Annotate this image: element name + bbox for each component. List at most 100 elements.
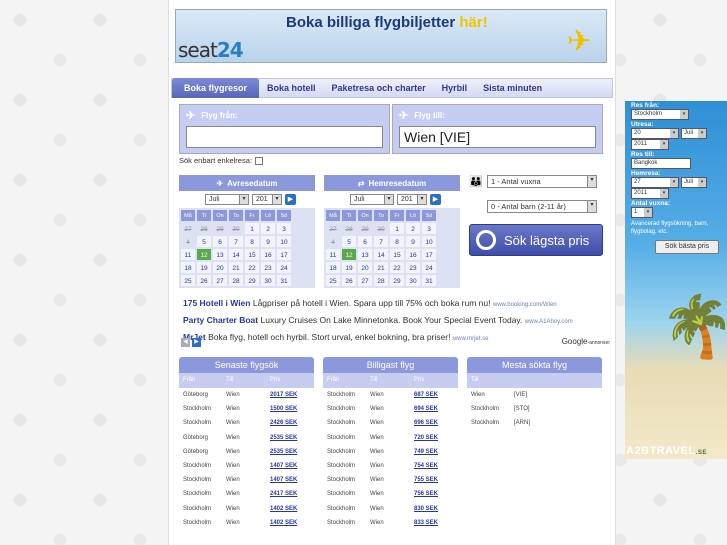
calendar-day[interactable]: 18 <box>180 261 196 274</box>
calendar-day[interactable]: 25 <box>180 274 196 287</box>
price-link[interactable]: 749 SEK <box>414 445 458 459</box>
calendar-day[interactable]: 29 <box>389 274 405 287</box>
table-row[interactable]: Stockholm Wien 696 SEK <box>323 416 458 430</box>
price-link[interactable]: 687 SEK <box>414 388 458 402</box>
calendar-day[interactable]: 24 <box>276 261 292 274</box>
price-link[interactable]: 694 SEK <box>414 402 458 416</box>
table-row[interactable]: Göteborg Wien 2535 SEK <box>179 445 314 459</box>
to-input[interactable] <box>399 126 596 148</box>
ad-item[interactable]: 175 Hotell i Wien Lågpriser på hotell i … <box>183 296 613 313</box>
calendar-day[interactable]: 1 <box>389 222 405 235</box>
a2btravel-logo[interactable]: A2BTRAVEL.SE <box>626 445 707 457</box>
calendar-day[interactable]: 16 <box>405 248 421 261</box>
table-row[interactable]: Stockholm Wien 754 SEK <box>323 459 458 473</box>
side-search-button[interactable]: Sök bästa pris <box>655 240 719 254</box>
banner-ad[interactable]: seat24 Boka billiga flygbiljetter här! ✈ <box>175 9 607 63</box>
adults-select[interactable]: 1 - Antal vuxna ▾ <box>487 175 597 188</box>
month-select[interactable]: Juli ▾ <box>205 194 249 205</box>
google-ads-label[interactable]: Google-annonser <box>562 337 610 346</box>
table-row[interactable]: Stockholm Wien 720 SEK <box>323 431 458 445</box>
price-link[interactable]: 754 SEK <box>414 459 458 473</box>
side-adults-select[interactable]: 1 ▾ <box>631 207 653 218</box>
calendar-day[interactable]: 28 <box>228 274 244 287</box>
calendar-day[interactable]: 27 <box>357 274 373 287</box>
calendar-day[interactable]: 20 <box>212 261 228 274</box>
calendar-day[interactable]: 14 <box>228 248 244 261</box>
price-link[interactable]: 2017 SEK <box>270 388 314 402</box>
table-row[interactable]: Stockholm Wien 830 SEK <box>323 502 458 516</box>
calendar-day[interactable]: 21 <box>373 261 389 274</box>
price-link[interactable]: 1407 SEK <box>270 473 314 487</box>
calendar-day[interactable]: 17 <box>421 248 437 261</box>
ad-item[interactable]: MrJet Boka flyg, hotell och hyrbil. Stor… <box>183 330 613 347</box>
calendar-day[interactable]: 17 <box>276 248 292 261</box>
calendar-day[interactable]: 26 <box>341 274 357 287</box>
next-month-icon[interactable]: ▶ <box>285 194 296 205</box>
calendar-day[interactable]: 8 <box>244 235 260 248</box>
calendar-day[interactable]: 31 <box>421 274 437 287</box>
calendar-day[interactable]: 7 <box>373 235 389 248</box>
table-row[interactable]: Stockholm [ARN] <box>467 416 602 430</box>
calendar-day[interactable]: 7 <box>228 235 244 248</box>
table-row[interactable]: Wien [VIE] <box>467 388 602 402</box>
price-link[interactable]: 756 SEK <box>414 487 458 501</box>
ad-prev-icon[interactable]: ◀ <box>181 338 190 347</box>
year-select[interactable]: 201 ▾ <box>252 194 282 205</box>
calendar-day[interactable]: 1 <box>244 222 260 235</box>
tab-car-rental[interactable]: Hyrbil <box>434 83 476 93</box>
calendar-day[interactable]: 13 <box>212 248 228 261</box>
price-link[interactable]: 1500 SEK <box>270 402 314 416</box>
price-link[interactable]: 833 SEK <box>414 516 458 530</box>
calendar-day[interactable]: 3 <box>276 222 292 235</box>
calendar-day[interactable]: 23 <box>405 261 421 274</box>
side-out-day[interactable]: 20 ▾ <box>631 128 679 139</box>
calendar-day[interactable]: 30 <box>405 274 421 287</box>
tab-packages[interactable]: Paketresa och charter <box>324 83 434 93</box>
calendar-day[interactable]: 26 <box>196 274 212 287</box>
calendar-day[interactable]: 31 <box>276 274 292 287</box>
table-row[interactable]: Stockholm Wien 756 SEK <box>323 487 458 501</box>
calendar-day[interactable]: 15 <box>389 248 405 261</box>
table-row[interactable]: Stockholm Wien 1407 SEK <box>179 473 314 487</box>
table-row[interactable]: Stockholm Wien 833 SEK <box>323 516 458 530</box>
price-link[interactable]: 2417 SEK <box>270 487 314 501</box>
year-select[interactable]: 201 ▾ <box>397 194 427 205</box>
oneway-checkbox[interactable] <box>254 156 263 165</box>
calendar-day[interactable]: 2 <box>405 222 421 235</box>
from-input[interactable] <box>186 126 383 148</box>
calendar-day[interactable]: 29 <box>244 274 260 287</box>
side-home-month[interactable]: Juli ▾ <box>681 177 707 188</box>
calendar-day[interactable]: 18 <box>325 261 341 274</box>
table-row[interactable]: Göteborg Wien 2017 SEK <box>179 388 314 402</box>
month-select[interactable]: Juli ▾ <box>350 194 394 205</box>
calendar-day[interactable]: 15 <box>244 248 260 261</box>
side-home-day[interactable]: 27 ▾ <box>631 177 679 188</box>
table-row[interactable]: Stockholm Wien 1500 SEK <box>179 402 314 416</box>
calendar-day[interactable]: 9 <box>405 235 421 248</box>
calendar-day[interactable]: 28 <box>373 274 389 287</box>
calendar-day[interactable]: 22 <box>244 261 260 274</box>
side-from-select[interactable]: Stockholm ▾ <box>631 109 689 120</box>
price-link[interactable]: 830 SEK <box>414 502 458 516</box>
table-row[interactable]: Stockholm [STO] <box>467 402 602 416</box>
table-row[interactable]: Göteborg Wien 2535 SEK <box>179 431 314 445</box>
tab-hotels[interactable]: Boka hotell <box>259 83 324 93</box>
calendar-day[interactable]: 21 <box>228 261 244 274</box>
table-row[interactable]: Stockholm Wien 1402 SEK <box>179 516 314 530</box>
price-link[interactable]: 1402 SEK <box>270 516 314 530</box>
calendar-day[interactable]: 14 <box>373 248 389 261</box>
ad-item[interactable]: Party Charter Boat Luxury Cruises On Lak… <box>183 313 613 330</box>
calendar-day[interactable]: 22 <box>389 261 405 274</box>
table-row[interactable]: Stockholm Wien 694 SEK <box>323 402 458 416</box>
calendar-day[interactable]: 20 <box>357 261 373 274</box>
price-link[interactable]: 696 SEK <box>414 416 458 430</box>
ad-next-icon[interactable]: ▶ <box>192 338 201 347</box>
side-out-year[interactable]: 2011 ▾ <box>631 139 669 150</box>
calendar-day[interactable]: 23 <box>260 261 276 274</box>
table-row[interactable]: Stockholm Wien 2426 SEK <box>179 416 314 430</box>
calendar-day[interactable]: 6 <box>357 235 373 248</box>
calendar-day[interactable]: 19 <box>196 261 212 274</box>
calendar-day[interactable]: 12 <box>341 248 357 261</box>
side-out-month[interactable]: Juli ▾ <box>681 128 707 139</box>
calendar-day[interactable]: 8 <box>389 235 405 248</box>
